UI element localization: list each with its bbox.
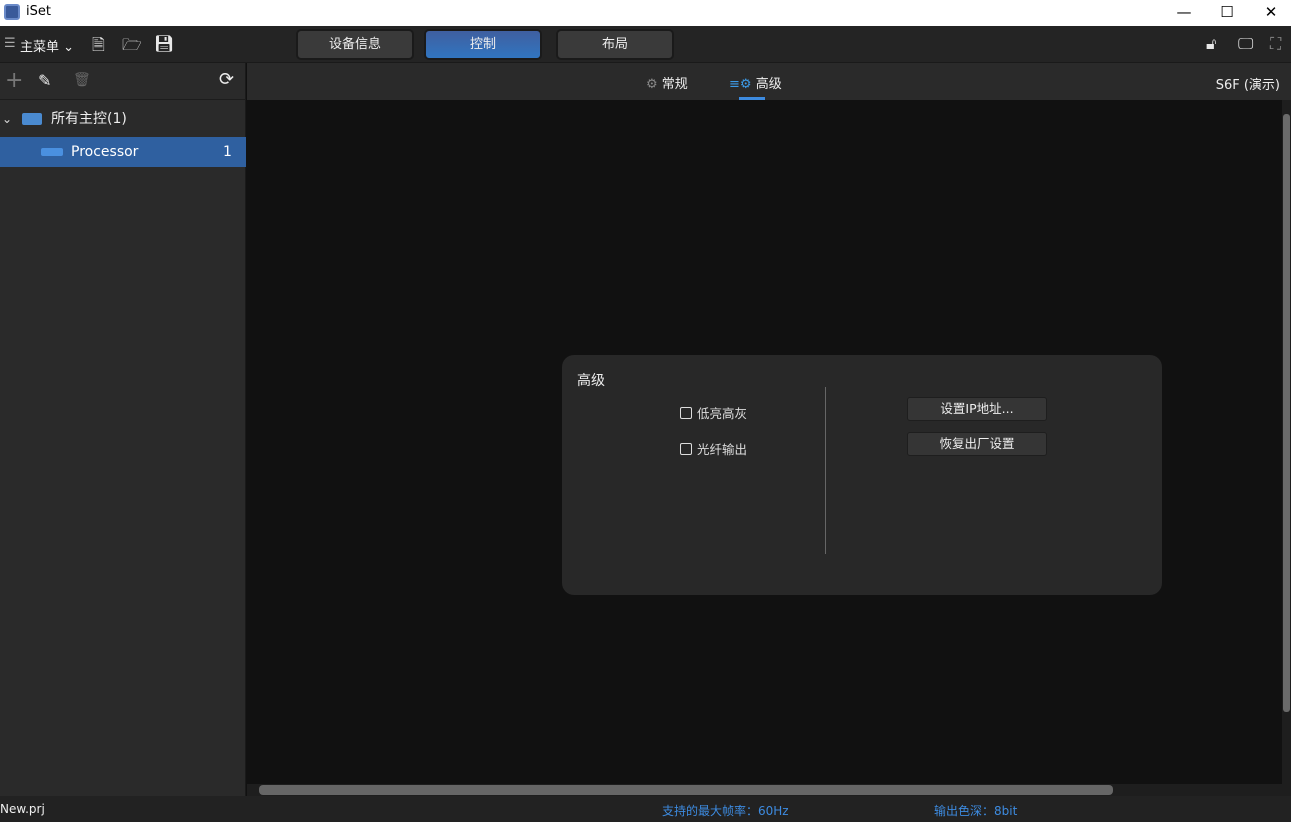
subtab-advanced[interactable]: ≡⚙ 高级 <box>729 73 782 92</box>
tree-item-processor[interactable]: Processor 1 <box>0 137 246 167</box>
processor-icon <box>41 148 63 156</box>
advanced-panel: 高级 低亮高灰 光纤输出 设置IP地址... 恢复出厂设置 <box>562 355 1162 595</box>
subtab-general[interactable]: ⚙ 常规 <box>646 73 688 92</box>
save-icon[interactable]: 💾︎ <box>154 34 174 53</box>
refresh-icon[interactable]: ⟳ <box>219 69 234 90</box>
sidebar: + ✎ 🗑︎ ⟳ ⌄ 所有主控(1) Processor 1 <box>0 63 246 796</box>
horizontal-scroll-thumb[interactable] <box>259 785 1113 795</box>
app-logo-icon <box>4 4 20 20</box>
settings-list-icon: ≡⚙ <box>729 77 752 92</box>
device-label: S6F (演示) <box>1215 78 1280 93</box>
checkbox-icon <box>680 407 692 419</box>
tab-device-info[interactable]: 设备信息 <box>296 29 414 60</box>
trash-icon[interactable]: 🗑︎ <box>73 72 91 88</box>
add-icon[interactable]: + <box>5 68 23 93</box>
status-bar: New.prj 支持的最大帧率：60Hz 输出色深：8bit <box>0 796 1291 822</box>
low-brightness-checkbox[interactable]: 低亮高灰 <box>680 403 747 422</box>
output-color-depth: 输出色深：8bit <box>934 804 1018 818</box>
fullscreen-icon[interactable]: ⛶ <box>1270 34 1281 54</box>
tree-root-label: 所有主控(1) <box>51 111 127 127</box>
controller-group-icon <box>22 113 42 125</box>
factory-reset-button[interactable]: 恢复出厂设置 <box>907 432 1047 456</box>
vertical-scrollbar[interactable] <box>1282 100 1291 784</box>
monitor-icon[interactable]: 🖵 <box>1238 34 1253 54</box>
tree-item-count: 1 <box>223 144 232 160</box>
unlock-icon[interactable]: 🔓︎ <box>1206 34 1216 54</box>
title-bar: iSet — ☐ ✕ <box>0 0 1291 26</box>
open-folder-icon[interactable]: 🗁 <box>122 34 142 61</box>
vertical-scroll-thumb[interactable] <box>1283 114 1290 712</box>
checkbox-icon <box>680 443 692 455</box>
window-title: iSet <box>26 4 51 19</box>
active-tab-indicator <box>739 97 765 100</box>
checkbox-label: 光纤输出 <box>697 442 748 457</box>
main-menu-button[interactable]: 主菜单 ⌄ <box>20 36 74 55</box>
edit-icon[interactable]: ✎ <box>38 71 51 90</box>
horizontal-scrollbar[interactable] <box>247 784 1291 796</box>
tree-root-all-controllers[interactable]: ⌄ 所有主控(1) <box>0 104 246 134</box>
chevron-down-icon[interactable]: ⌄ <box>2 104 12 134</box>
divider <box>825 387 826 554</box>
tree-item-label: Processor <box>71 144 139 160</box>
subtab-advanced-label: 高级 <box>755 77 782 92</box>
chevron-down-icon: ⌄ <box>63 40 75 55</box>
fiber-output-checkbox[interactable]: 光纤输出 <box>680 439 747 458</box>
new-file-icon[interactable]: 🗎 <box>92 34 105 61</box>
maximize-button[interactable]: ☐ <box>1204 0 1250 26</box>
sub-tab-bar: ⚙ 常规 ≡⚙ 高级 S6F (演示) <box>247 63 1291 100</box>
main-menu-label: 主菜单 <box>20 40 60 55</box>
minimize-button[interactable]: — <box>1161 0 1207 26</box>
panel-title: 高级 <box>577 373 605 389</box>
hamburger-icon: ☰ <box>4 36 16 51</box>
subtab-general-label: 常规 <box>661 77 688 92</box>
tab-control[interactable]: 控制 <box>424 29 542 60</box>
tab-layout[interactable]: 布局 <box>556 29 674 60</box>
project-file-name: New.prj <box>0 802 45 816</box>
close-button[interactable]: ✕ <box>1248 0 1291 26</box>
main-toolbar: ☰ 主菜单 ⌄ 🗎 🗁 💾︎ 设备信息 控制 布局 🔓︎ 🖵 ⛶ <box>0 26 1291 63</box>
checkbox-label: 低亮高灰 <box>697 406 748 421</box>
max-frame-rate: 支持的最大帧率：60Hz <box>662 804 789 818</box>
set-ip-button[interactable]: 设置IP地址... <box>907 397 1047 421</box>
gears-icon: ⚙ <box>646 77 658 92</box>
sidebar-toolbar: + ✎ 🗑︎ ⟳ <box>0 63 246 100</box>
